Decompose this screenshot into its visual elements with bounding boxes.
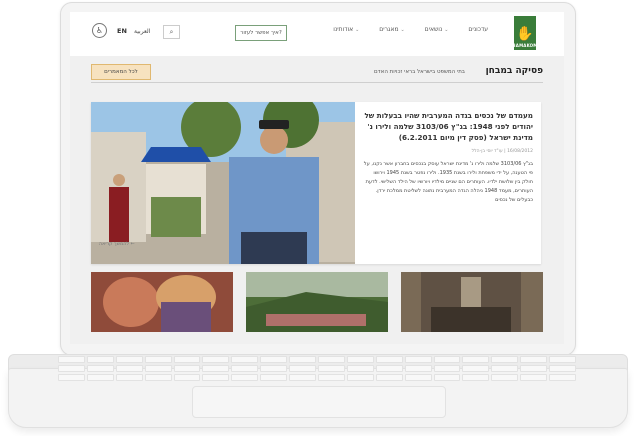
key [318,365,345,372]
lang-arabic-link[interactable]: العربية [134,28,150,35]
key [86,374,114,381]
featured-article-card[interactable]: מעמדם של נכסים בגדה המערבית שהיו בבעלות … [91,102,541,264]
article-author: עו"ד יוסי בן-הלל [471,149,503,154]
key [260,365,288,372]
key [289,365,316,372]
key [462,374,490,381]
key [231,365,259,372]
nav-item-topics[interactable]: נושאים ⌄ [425,26,451,33]
article-meta: 16/08/2012 | עו"ד יוסי בן-הלל [471,149,533,154]
search-icon: ⌕ [169,27,174,36]
chevron-down-icon: ⌄ [444,27,449,33]
key [58,356,85,363]
key [173,365,201,372]
key [404,356,432,363]
key [549,356,576,363]
key [404,365,432,372]
key [549,365,576,372]
section-title: פסיקה במבחן [485,66,543,76]
thumbnail-street[interactable] [401,272,543,332]
key [520,356,548,363]
thumbnail-mural[interactable] [91,272,233,332]
search-input[interactable]: איך אפשר לעזור? [235,25,287,41]
search-button[interactable]: ⌕ [163,25,180,39]
laptop-keyboard [58,356,576,384]
key [520,374,548,381]
key [202,356,230,363]
key [231,374,259,381]
article-excerpt: בג"ץ 3103/06 שלמה ולירו נ' מדינת ישראל ע… [363,161,533,203]
nav-item-databases[interactable]: מאגרים ⌄ [379,26,406,33]
key [115,374,143,381]
section-header: פסיקה במבחן בתי המשפט בישראל בראי זכויות… [91,64,543,83]
arrow-left-icon: ← [130,242,135,247]
key [173,356,201,363]
site-logo[interactable]: ✋ BAMAKOM [512,16,538,50]
key [491,356,519,363]
section-subtitle: בתי המשפט בישראל בראי זכויות האדם [374,69,465,75]
key [346,365,374,372]
key [462,365,490,372]
lang-english-link[interactable]: EN [117,27,127,35]
key [520,365,548,372]
main-nav: עדכונים נושאים ⌄ מאגרים ⌄ אודותינו ⌄ [333,26,488,33]
key [433,356,461,363]
key [86,365,114,372]
key [289,374,316,381]
key [462,356,490,363]
key [375,356,403,363]
key [433,374,461,381]
all-articles-button[interactable]: לכל המאמרים [91,64,151,80]
nav-item-about[interactable]: אודותינו ⌄ [333,26,361,33]
site-header: ✋ BAMAKOM עדכונים נושאים ⌄ מאגרים ⌄ אודו… [70,12,564,56]
key [318,356,345,363]
hand-icon: ✋ [516,26,534,42]
article-thumbnails [91,272,543,332]
key [346,374,374,381]
key [260,374,288,381]
key [86,356,114,363]
key [58,374,85,381]
key [144,356,172,363]
browser-screen: ✋ BAMAKOM עדכונים נושאים ⌄ מאגרים ⌄ אודו… [70,12,564,344]
chevron-down-icon: ⌄ [400,27,405,33]
key [231,356,259,363]
nav-item-updates[interactable]: עדכונים [468,26,488,33]
key [115,365,143,372]
key [289,356,316,363]
accessibility-button[interactable]: ♿ [92,23,107,38]
key [404,374,432,381]
laptop-trackpad [192,386,446,418]
key [58,365,85,372]
key [144,365,172,372]
key [346,356,374,363]
key [491,374,519,381]
key [202,374,230,381]
logo-wordmark: BAMAKOM [512,43,538,48]
accessibility-icon: ♿ [95,26,104,35]
thumbnail-hillside[interactable] [246,272,388,332]
key [260,356,288,363]
read-more-link[interactable]: להמשך קריאה ← [99,242,135,247]
article-title[interactable]: מעמדם של נכסים בגדה המערבית שהיו בבעלות … [363,110,533,143]
key [318,374,345,381]
key [144,374,172,381]
key [375,374,403,381]
main-content: פסיקה במבחן בתי המשפט בישראל בראי זכויות… [70,56,564,344]
key [173,374,201,381]
article-date: 16/08/2012 [507,149,533,154]
key [491,365,519,372]
chevron-down-icon: ⌄ [355,27,360,33]
key [549,374,576,381]
key [375,365,403,372]
key [433,365,461,372]
featured-article-photo[interactable] [91,102,355,264]
key [115,356,143,363]
featured-article-text: מעמדם של נכסים בגדה המערבית שהיו בבעלות … [363,110,533,260]
key [202,365,230,372]
